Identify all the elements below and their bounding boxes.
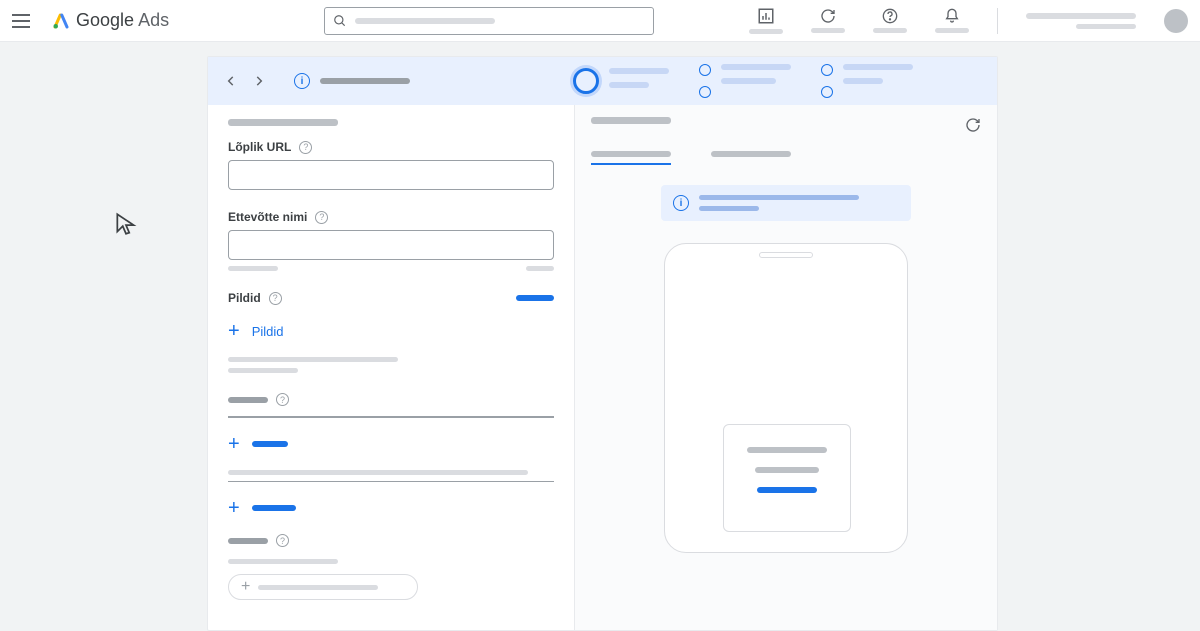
add-item-button-1[interactable]: + xyxy=(228,428,554,460)
plus-icon: + xyxy=(228,498,240,518)
images-action-link[interactable] xyxy=(516,295,554,301)
add-chip-button[interactable]: + xyxy=(228,574,418,600)
search-input[interactable] xyxy=(324,7,654,35)
help-icon[interactable]: ? xyxy=(276,393,289,406)
stepper-step-3[interactable] xyxy=(821,64,913,98)
preview-title xyxy=(591,117,671,124)
preview-tab-2[interactable] xyxy=(711,151,791,165)
app-header: Google Ads xyxy=(0,0,1200,42)
ad-preview-column: i xyxy=(575,105,997,630)
preview-refresh-button[interactable] xyxy=(965,117,981,133)
stepper-context-label xyxy=(320,78,410,84)
add-images-label: Pildid xyxy=(252,324,284,339)
subsection-label xyxy=(228,538,268,544)
phone-preview-frame xyxy=(664,243,908,553)
business-name-input[interactable] xyxy=(228,230,554,260)
google-ads-logo-icon xyxy=(52,12,70,30)
stepper-step-2[interactable] xyxy=(699,64,791,98)
preview-description xyxy=(755,467,819,473)
search-icon xyxy=(333,14,347,28)
preview-headline xyxy=(747,447,827,453)
images-label: Pildid xyxy=(228,291,261,305)
business-name-label: Ettevõtte nimi xyxy=(228,210,307,224)
refresh-icon xyxy=(820,8,836,24)
stepper-back-button[interactable] xyxy=(222,72,240,90)
cursor-icon xyxy=(113,211,139,237)
input-hint xyxy=(228,266,278,271)
stepper-step-current[interactable] xyxy=(573,68,669,94)
preview-info-banner: i xyxy=(661,185,911,221)
preview-tabs xyxy=(591,151,981,165)
header-reports-button[interactable] xyxy=(749,7,783,34)
info-icon: i xyxy=(673,195,689,211)
plus-icon: + xyxy=(228,321,240,341)
info-icon[interactable]: i xyxy=(294,73,310,89)
header-notifications-button[interactable] xyxy=(935,8,969,33)
account-switcher[interactable] xyxy=(1026,13,1136,29)
section-title xyxy=(228,119,338,126)
subsection-label xyxy=(228,397,268,403)
input-counter xyxy=(526,266,554,271)
bar-chart-icon xyxy=(757,7,775,25)
stepper-forward-button[interactable] xyxy=(250,72,268,90)
refresh-icon xyxy=(965,117,981,133)
ad-form-column: Lõplik URL ? Ettevõtte nimi ? Pildid ? xyxy=(208,105,575,630)
help-circle-icon xyxy=(882,8,898,24)
header-refresh-button[interactable] xyxy=(811,8,845,33)
preview-cta xyxy=(757,487,817,493)
user-avatar[interactable] xyxy=(1164,9,1188,33)
header-help-button[interactable] xyxy=(873,8,907,33)
menu-hamburger-icon[interactable] xyxy=(12,9,36,33)
wizard-stepper: i xyxy=(208,57,997,105)
add-item-button-2[interactable]: + xyxy=(228,492,554,524)
add-images-button[interactable]: + Pildid xyxy=(228,315,554,347)
final-url-input[interactable] xyxy=(228,160,554,190)
header-separator xyxy=(997,8,998,34)
help-icon[interactable]: ? xyxy=(269,292,282,305)
bell-icon xyxy=(944,8,960,24)
help-icon[interactable]: ? xyxy=(315,211,328,224)
preview-tab-1[interactable] xyxy=(591,151,671,165)
phone-speaker-icon xyxy=(759,252,813,258)
brand-text: Google Ads xyxy=(76,10,169,31)
search-placeholder xyxy=(355,18,495,24)
help-icon[interactable]: ? xyxy=(299,141,312,154)
ad-preview-card xyxy=(723,424,851,532)
final-url-label: Lõplik URL xyxy=(228,140,291,154)
ad-editor-panel: i xyxy=(207,56,998,631)
help-icon[interactable]: ? xyxy=(276,534,289,547)
plus-icon: + xyxy=(241,578,250,596)
plus-icon: + xyxy=(228,434,240,454)
brand-logo[interactable]: Google Ads xyxy=(52,10,169,31)
